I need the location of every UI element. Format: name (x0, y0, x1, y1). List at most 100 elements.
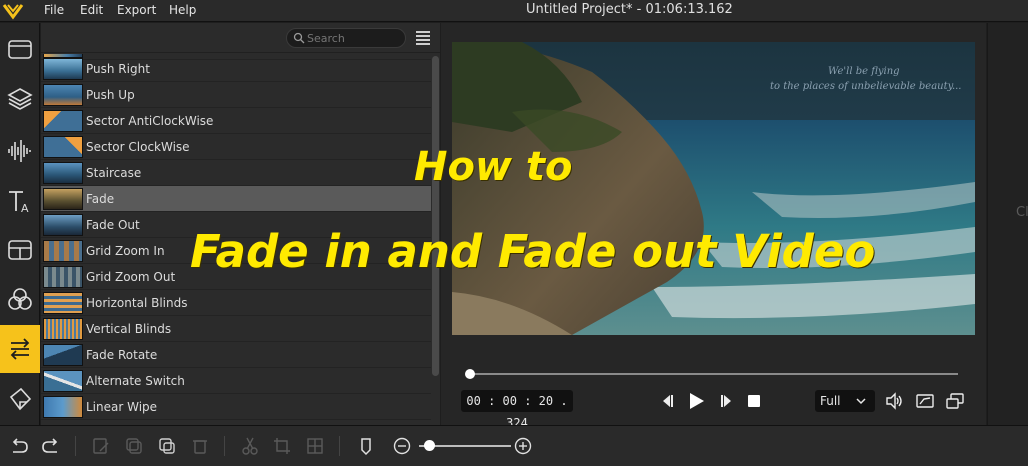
playback-progress-track[interactable] (470, 373, 958, 375)
list-view-icon[interactable] (415, 29, 431, 47)
overlay-icon (8, 240, 32, 260)
stop-icon (748, 395, 760, 407)
transition-item[interactable]: Push Right (41, 56, 431, 82)
tool-text[interactable]: A (0, 177, 40, 225)
menu-file[interactable]: File (44, 3, 64, 17)
transitions-panel: Push Right Push Up Sector AntiClockWise Sec… (41, 23, 440, 425)
search-input[interactable] (307, 30, 401, 46)
step-forward-icon (721, 395, 731, 407)
snapshot-button[interactable] (913, 389, 937, 413)
play-button[interactable] (684, 389, 708, 413)
transition-thumbnail (43, 110, 83, 132)
timecode-display: 00 : 00 : 20 . 324 (461, 390, 573, 430)
zoom-in-button[interactable] (512, 435, 534, 457)
transition-thumbnail (43, 214, 83, 236)
paste-icon (159, 438, 175, 454)
transition-label: Alternate Switch (86, 374, 185, 388)
copy-button[interactable] (123, 435, 145, 457)
transition-item[interactable]: Fade Rotate (41, 342, 431, 368)
transition-label: Grid Zoom Out (86, 270, 176, 284)
transition-thumbnail (43, 266, 83, 288)
transition-label: Staircase (86, 166, 142, 180)
playback-progress-knob[interactable] (465, 369, 475, 379)
delete-button[interactable] (189, 435, 211, 457)
edit-icon (93, 438, 109, 454)
quality-select[interactable]: Full (815, 390, 875, 412)
tool-layers[interactable] (0, 75, 40, 123)
stop-button[interactable] (742, 389, 766, 413)
marker-button[interactable] (355, 435, 377, 457)
search-icon (293, 32, 305, 44)
redo-icon (42, 438, 58, 453)
transition-thumbnail (43, 240, 83, 262)
toolbar-divider (224, 436, 225, 456)
transition-thumbnail (43, 292, 83, 314)
mosaic-icon (307, 438, 323, 454)
split-button[interactable] (239, 435, 261, 457)
zoom-out-icon (393, 437, 411, 455)
window-title: Untitled Project* - 01:06:13.162 (526, 2, 733, 17)
search-box[interactable] (286, 28, 406, 48)
quality-value: Full (820, 394, 841, 408)
menu-edit[interactable]: Edit (80, 3, 103, 17)
toolbar-divider (75, 436, 76, 456)
volume-button[interactable] (882, 389, 906, 413)
zoom-slider-knob[interactable] (424, 440, 435, 451)
headline-line-2: Fade in and Fade out Video (190, 225, 876, 278)
menu-export[interactable]: Export (117, 3, 156, 17)
app-logo-icon[interactable] (2, 1, 24, 21)
fullscreen-button[interactable] (943, 389, 967, 413)
tool-overlays[interactable] (0, 226, 40, 274)
volume-icon (886, 392, 902, 410)
zoom-out-button[interactable] (391, 435, 413, 457)
preview-area: We'll be flying to the places of unbelie… (441, 23, 986, 430)
edit-button[interactable] (90, 435, 112, 457)
chevron-down-icon (856, 398, 866, 405)
transitions-icon (10, 338, 30, 360)
headline-line-1: How to (414, 144, 573, 190)
transition-item[interactable]: Horizontal Blinds (41, 290, 431, 316)
trash-icon (193, 440, 207, 454)
previous-frame-button[interactable] (655, 389, 679, 413)
transition-item[interactable]: Sector ClockWise (41, 134, 431, 160)
transition-item[interactable]: Staircase (41, 160, 431, 186)
video-caption-line-2: to the places of unbelievable beauty... (770, 81, 962, 92)
scrollbar-thumb[interactable] (432, 56, 439, 376)
tool-transitions[interactable] (0, 325, 40, 373)
menu-help[interactable]: Help (169, 3, 196, 17)
transition-item[interactable]: Linear Wipe (41, 394, 431, 420)
menu-bar: File Edit Export Help Untitled Project* … (0, 0, 1028, 22)
crop-button[interactable] (271, 435, 293, 457)
transition-item[interactable]: Alternate Switch (41, 368, 431, 394)
transition-item[interactable]: Fade (41, 186, 431, 212)
crop-icon (274, 438, 290, 454)
paste-button[interactable] (156, 435, 178, 457)
transition-item[interactable]: Vertical Blinds (41, 316, 431, 342)
transition-label: Fade (86, 192, 115, 206)
transition-item[interactable]: Sector AntiClockWise (41, 108, 431, 134)
video-caption-line-1: We'll be flying (828, 66, 900, 77)
marker-icon (361, 438, 371, 456)
tool-audio[interactable] (0, 127, 40, 175)
transition-thumbnail (43, 318, 83, 340)
tool-filters[interactable] (0, 275, 40, 323)
transition-item[interactable]: Push Up (41, 82, 431, 108)
transition-thumbnail (43, 188, 83, 210)
undo-icon (12, 438, 28, 453)
transition-label: Sector ClockWise (86, 140, 190, 154)
sticker-icon (9, 387, 32, 411)
mosaic-button[interactable] (304, 435, 326, 457)
tool-elements[interactable] (0, 375, 40, 423)
transition-thumbnail (43, 84, 83, 106)
undo-button[interactable] (8, 435, 30, 457)
tool-media[interactable] (0, 25, 40, 73)
transition-thumbnail (43, 162, 83, 184)
layers-icon (7, 88, 33, 110)
transition-thumbnail (43, 370, 83, 392)
transition-thumbnail (43, 136, 83, 158)
timeline-toolbar (0, 425, 1028, 466)
next-frame-button[interactable] (715, 389, 739, 413)
redo-button[interactable] (40, 435, 62, 457)
left-toolbar: A (0, 23, 40, 425)
transition-thumbnail (43, 344, 83, 366)
